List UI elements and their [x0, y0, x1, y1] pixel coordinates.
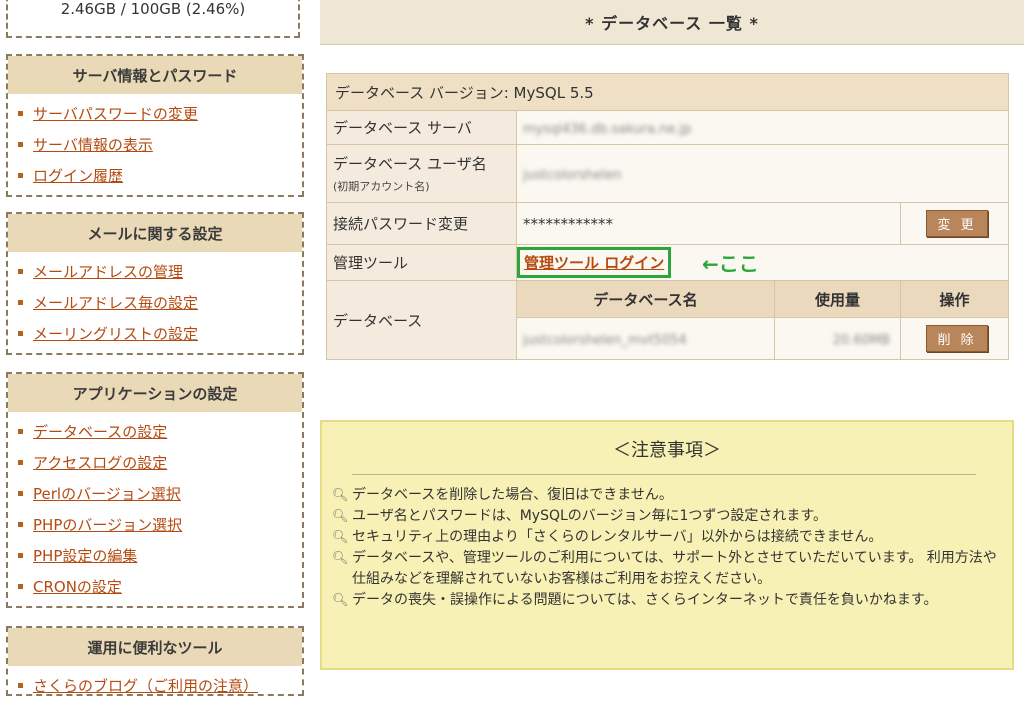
notice-item: 🔍︎ データベースを削除した場合、復旧はできません。 [332, 485, 998, 506]
user-value: justcolorshelen [523, 167, 622, 183]
bullet-icon [18, 522, 23, 527]
notice-item: 🔍︎ データの喪失・誤操作による問題については、さくらインターネットで責任を負いか… [332, 590, 998, 611]
bullet-icon [18, 331, 23, 336]
magnifier-icon: 🔍︎ [332, 593, 349, 608]
sidebar-section-mail: メールに関する設定 メールアドレスの管理 メールアドレス毎の設定 メーリングリス… [6, 212, 304, 355]
tool-label: 管理ツール [326, 244, 517, 281]
notice-box: ＜注意事項＞ 🔍︎ データベースを削除した場合、復旧はできません。 🔍︎ ユーザ名と… [320, 420, 1014, 670]
annotation-arrow: ←ここ [702, 252, 759, 276]
sidebar-link[interactable]: メールアドレスの管理 [33, 261, 183, 282]
user-sublabel: (初期アカウント名) [333, 180, 430, 193]
bullet-icon [18, 142, 23, 147]
disk-usage-box: 2.46GB / 100GB (2.46%) [6, 0, 300, 38]
sidebar-link[interactable]: メーリングリストの設定 [33, 323, 198, 344]
sidebar-section-title: サーバ情報とパスワード [8, 56, 302, 94]
notice-title: ＜注意事項＞ [613, 440, 721, 461]
sidebar-item-access-log[interactable]: アクセスログの設定 [18, 447, 302, 478]
bullet-icon [18, 111, 23, 116]
delete-database-button[interactable]: 削 除 [926, 325, 988, 352]
sidebar-section-server: サーバ情報とパスワード サーバパスワードの変更 サーバ情報の表示 ログイン履歴 [6, 54, 304, 197]
sidebar-item-mail-address[interactable]: メールアドレスの管理 [18, 256, 302, 287]
user-label-cell: データベース ユーザ名 (初期アカウント名) [326, 144, 517, 203]
sidebar-item-php-version[interactable]: PHPのバージョン選択 [18, 509, 302, 540]
sidebar-item-server-info[interactable]: サーバ情報の表示 [18, 129, 302, 160]
sidebar-item-mailing-list[interactable]: メーリングリストの設定 [18, 318, 302, 349]
disk-usage-text: 2.46GB / 100GB (2.46%) [60, 0, 246, 18]
bullet-icon [18, 683, 23, 688]
sidebar-link[interactable]: PHPのバージョン選択 [33, 514, 182, 535]
database-name: justcolorshelen_mvt5054 [523, 332, 687, 348]
password-value: ************ [516, 202, 901, 245]
magnifier-icon: 🔍︎ [332, 530, 349, 545]
admin-tool-login-link[interactable]: 管理ツール ログイン [517, 247, 672, 278]
sidebar-link[interactable]: アクセスログの設定 [33, 452, 167, 473]
sidebar-link[interactable]: さくらのブログ（ご利用の注意） [33, 675, 258, 696]
server-value: mysql436.db.sakura.ne.jp [523, 121, 692, 137]
user-label: データベース ユーザ名 [333, 155, 487, 173]
sidebar-item-login-history[interactable]: ログイン履歴 [18, 160, 302, 191]
sidebar-item-blog[interactable]: さくらのブログ（ご利用の注意） [18, 670, 302, 701]
sidebar-section-title: 運用に便利なツール [8, 628, 302, 666]
column-database-name: データベース名 [516, 280, 775, 318]
database-table: データベース バージョン: MySQL 5.5 データベース サーバ mysql… [325, 73, 1010, 360]
bullet-icon [18, 429, 23, 434]
sidebar-item-mail-settings[interactable]: メールアドレス毎の設定 [18, 287, 302, 318]
page-title: * データベース 一覧 * [320, 0, 1024, 45]
bullet-icon [18, 491, 23, 496]
magnifier-icon: 🔍︎ [332, 551, 349, 566]
sidebar-link[interactable]: Perlのバージョン選択 [33, 483, 181, 504]
bullet-icon [18, 460, 23, 465]
magnifier-icon: 🔍︎ [332, 509, 349, 524]
sidebar: 2.46GB / 100GB (2.46%) サーバ情報とパスワード サーバパス… [0, 0, 312, 696]
server-label: データベース サーバ [326, 110, 517, 145]
sidebar-link[interactable]: データベースの設定 [33, 421, 167, 442]
bullet-icon [18, 584, 23, 589]
sidebar-item-database[interactable]: データベースの設定 [18, 416, 302, 447]
bullet-icon [18, 553, 23, 558]
magnifier-icon: 🔍︎ [332, 488, 349, 503]
sidebar-item-perl-version[interactable]: Perlのバージョン選択 [18, 478, 302, 509]
sidebar-link[interactable]: メールアドレス毎の設定 [33, 292, 198, 313]
sidebar-item-php-settings[interactable]: PHP設定の編集 [18, 540, 302, 571]
notice-item: 🔍︎ データベースや、管理ツールのご利用については、サポート外とさせていただいてい… [332, 550, 997, 587]
sidebar-item-cron[interactable]: CRONの設定 [18, 571, 302, 602]
bullet-icon [18, 173, 23, 178]
sidebar-link[interactable]: ログイン履歴 [33, 165, 123, 186]
notice-divider [352, 474, 976, 475]
notice-item: 🔍︎ ユーザ名とパスワードは、MySQLのバージョン毎に1つずつ設定されます。 [332, 506, 998, 527]
sidebar-section-title: アプリケーションの設定 [8, 374, 302, 412]
sidebar-link[interactable]: サーバパスワードの変更 [33, 103, 198, 124]
password-label: 接続パスワード変更 [326, 202, 517, 245]
sidebar-link[interactable]: PHP設定の編集 [33, 545, 137, 566]
database-version: データベース バージョン: MySQL 5.5 [325, 73, 1010, 111]
database-label: データベース [326, 280, 517, 360]
sidebar-section-application: アプリケーションの設定 データベースの設定 アクセスログの設定 Perlのバージ… [6, 372, 304, 608]
bullet-icon [18, 300, 23, 305]
change-password-button[interactable]: 変 更 [926, 210, 988, 237]
sidebar-link[interactable]: サーバ情報の表示 [33, 134, 153, 155]
sidebar-link[interactable]: CRONの設定 [33, 576, 122, 597]
notice-item: 🔍︎ セキュリティ上の理由より「さくらのレンタルサーバ」以外からは接続できません。 [332, 527, 998, 548]
column-operation: 操作 [899, 280, 1010, 318]
sidebar-section-tools: 運用に便利なツール さくらのブログ（ご利用の注意） [6, 626, 304, 696]
database-usage: 20.60MB [832, 332, 890, 348]
sidebar-section-title: メールに関する設定 [8, 214, 302, 252]
bullet-icon [18, 269, 23, 274]
sidebar-item-server-password[interactable]: サーバパスワードの変更 [18, 98, 302, 129]
column-usage: 使用量 [774, 280, 901, 318]
